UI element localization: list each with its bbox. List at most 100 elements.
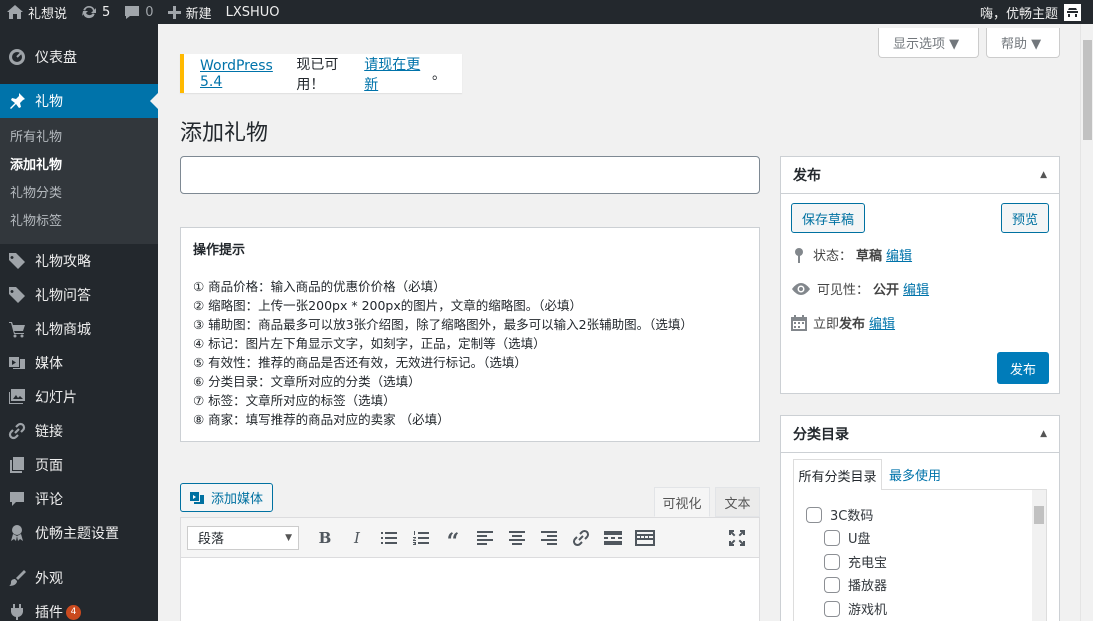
collapse-arrow-icon[interactable]: ▲ [1040, 170, 1047, 180]
new-content-menu[interactable]: 新建 [161, 0, 219, 24]
add-media-button[interactable]: 添加媒体 [180, 483, 273, 512]
pushpin-icon [7, 91, 27, 111]
tab-all-categories[interactable]: 所有分类目录 [793, 459, 882, 490]
updates-count: 5 [102, 4, 111, 20]
submenu-gift-categories[interactable]: 礼物分类 [0, 180, 158, 208]
numbered-list-icon[interactable] [405, 523, 437, 553]
bullet-list-icon[interactable] [373, 523, 405, 553]
publish-box: 发布 ▲ 保存草稿 预览 状态： 草稿 编辑 可见性： 公开 编辑 立即 发布 编辑 发布 [780, 156, 1060, 394]
title-input[interactable] [180, 156, 760, 194]
submenu-all-gifts[interactable]: 所有礼物 [0, 124, 158, 152]
editor-toolbar: 段落 ▼ B I “ [180, 517, 760, 558]
comments-menu[interactable]: 0 [117, 0, 160, 24]
menu-item-gift-shop[interactable]: 礼物商城 [0, 312, 158, 346]
schedule-label: 立即 [813, 317, 840, 332]
page-scrollbar[interactable] [1080, 24, 1093, 621]
plus-icon [167, 5, 181, 19]
align-right-icon[interactable] [533, 523, 565, 553]
tip-line: ③ 辅助图：商品最多可以放3张介绍图，除了缩略图外，最多可以输入2张辅助图。（选… [193, 317, 693, 332]
account-menu[interactable]: 嗨，优畅主题 [980, 0, 1081, 24]
align-center-icon[interactable] [501, 523, 533, 553]
collapse-arrow-icon[interactable]: ▲ [1040, 429, 1047, 439]
new-label: 新建 [185, 6, 212, 22]
category-label: U盘 [848, 532, 871, 547]
lxshuo-link[interactable]: LXSHUO [219, 0, 287, 24]
menu-item-gifts[interactable]: 礼物 [0, 84, 158, 118]
format-select[interactable]: 段落 ▼ [187, 525, 299, 550]
visibility-row: 可见性： 公开 编辑 [791, 279, 929, 298]
category-checkbox[interactable] [824, 529, 840, 546]
menu-item-slides[interactable]: 幻灯片 [0, 380, 158, 414]
publish-box-header[interactable]: 发布 ▲ [781, 157, 1059, 194]
link-icon[interactable] [565, 523, 597, 553]
menu-item-comments[interactable]: 评论 [0, 482, 158, 516]
read-more-icon[interactable] [597, 523, 629, 553]
tip-line: ⑧ 商家：填写推荐的商品对应的卖家 （必填） [193, 412, 450, 427]
editor-content-area[interactable] [180, 558, 760, 621]
gifts-submenu: 所有礼物 添加礼物 礼物分类 礼物标签 [0, 118, 158, 244]
submenu-add-gift[interactable]: 添加礼物 [0, 152, 158, 180]
category-item[interactable]: U盘 [824, 528, 871, 547]
menu-item-dashboard[interactable]: 仪表盘 [0, 40, 158, 74]
menu-item-plugins[interactable]: 插件 4 [0, 595, 158, 621]
format-value: 段落 [198, 532, 225, 547]
tab-visual[interactable]: 可视化 [654, 487, 710, 517]
home-icon [7, 5, 23, 19]
publish-button[interactable]: 发布 [997, 352, 1049, 384]
scrollbar-thumb[interactable] [1083, 40, 1092, 140]
align-left-icon[interactable] [469, 523, 501, 553]
tab-most-used[interactable]: 最多使用 [885, 459, 945, 490]
menu-item-gift-guides[interactable]: 礼物攻略 [0, 244, 158, 278]
tip-line: ⑤ 有效性：推荐的商品是否还有效，无效进行标记。（选填） [193, 355, 527, 370]
status-row: 状态： 草稿 编辑 [791, 245, 912, 264]
help-button[interactable]: 帮助 ▼ [986, 28, 1060, 58]
tab-text[interactable]: 文本 [715, 487, 760, 517]
menu-item-appearance[interactable]: 外观 [0, 561, 158, 595]
status-edit-link[interactable]: 编辑 [886, 245, 912, 264]
award-icon [7, 523, 27, 543]
menu-item-pages[interactable]: 页面 [0, 448, 158, 482]
toolbar-toggle-icon[interactable] [629, 523, 661, 553]
schedule-edit-link[interactable]: 编辑 [869, 313, 895, 332]
category-checkbox[interactable] [824, 600, 840, 617]
menu-item-theme-settings[interactable]: 优畅主题设置 [0, 516, 158, 550]
tips-box: 操作提示 ① 商品价格：输入商品的优惠价价格（必填） ② 缩略图：上传一张200… [180, 227, 760, 442]
blockquote-icon[interactable]: “ [437, 523, 469, 553]
category-checkbox[interactable] [824, 576, 840, 593]
menu-label-gifts: 礼物 [35, 94, 63, 110]
update-now-link[interactable]: 请现在更新 [364, 54, 432, 94]
menu-item-media[interactable]: 媒体 [0, 346, 158, 380]
site-menu[interactable]: 礼想说 [0, 0, 74, 24]
update-icon [82, 5, 97, 19]
save-draft-button[interactable]: 保存草稿 [791, 203, 865, 233]
screen-options-button[interactable]: 显示选项 ▼ [878, 28, 979, 58]
category-scrollbar[interactable] [1032, 490, 1046, 621]
publish-box-title: 发布 [793, 168, 821, 184]
visibility-edit-link[interactable]: 编辑 [903, 279, 929, 298]
category-item[interactable]: 游戏机 [824, 599, 887, 618]
link-icon [7, 421, 27, 441]
categories-box-header[interactable]: 分类目录 ▲ [781, 416, 1059, 453]
menu-item-gift-qa[interactable]: 礼物问答 [0, 278, 158, 312]
bold-icon[interactable]: B [309, 523, 341, 553]
category-checkbox[interactable] [824, 553, 840, 570]
category-checkbox[interactable] [806, 506, 822, 523]
menu-label-comments: 评论 [35, 492, 63, 508]
paintbrush-icon [7, 568, 27, 588]
tag-icon [7, 251, 27, 271]
menu-label-dashboard: 仪表盘 [35, 50, 77, 66]
schedule-row: 立即 发布 编辑 [791, 313, 895, 332]
fullscreen-icon[interactable] [721, 523, 753, 553]
updates-menu[interactable]: 5 [74, 0, 117, 24]
submenu-gift-tags[interactable]: 礼物标签 [0, 208, 158, 236]
preview-button[interactable]: 预览 [1001, 203, 1049, 233]
menu-item-links[interactable]: 链接 [0, 414, 158, 448]
italic-icon[interactable]: I [341, 523, 373, 553]
wordpress-version-link[interactable]: WordPress 5.4 [200, 58, 296, 90]
category-item[interactable]: 充电宝 [824, 552, 887, 571]
add-media-label: 添加媒体 [211, 492, 264, 507]
category-item[interactable]: 3C数码 [806, 505, 873, 524]
comment-icon [125, 5, 140, 19]
comment-icon [7, 489, 27, 509]
category-item[interactable]: 播放器 [824, 575, 887, 594]
